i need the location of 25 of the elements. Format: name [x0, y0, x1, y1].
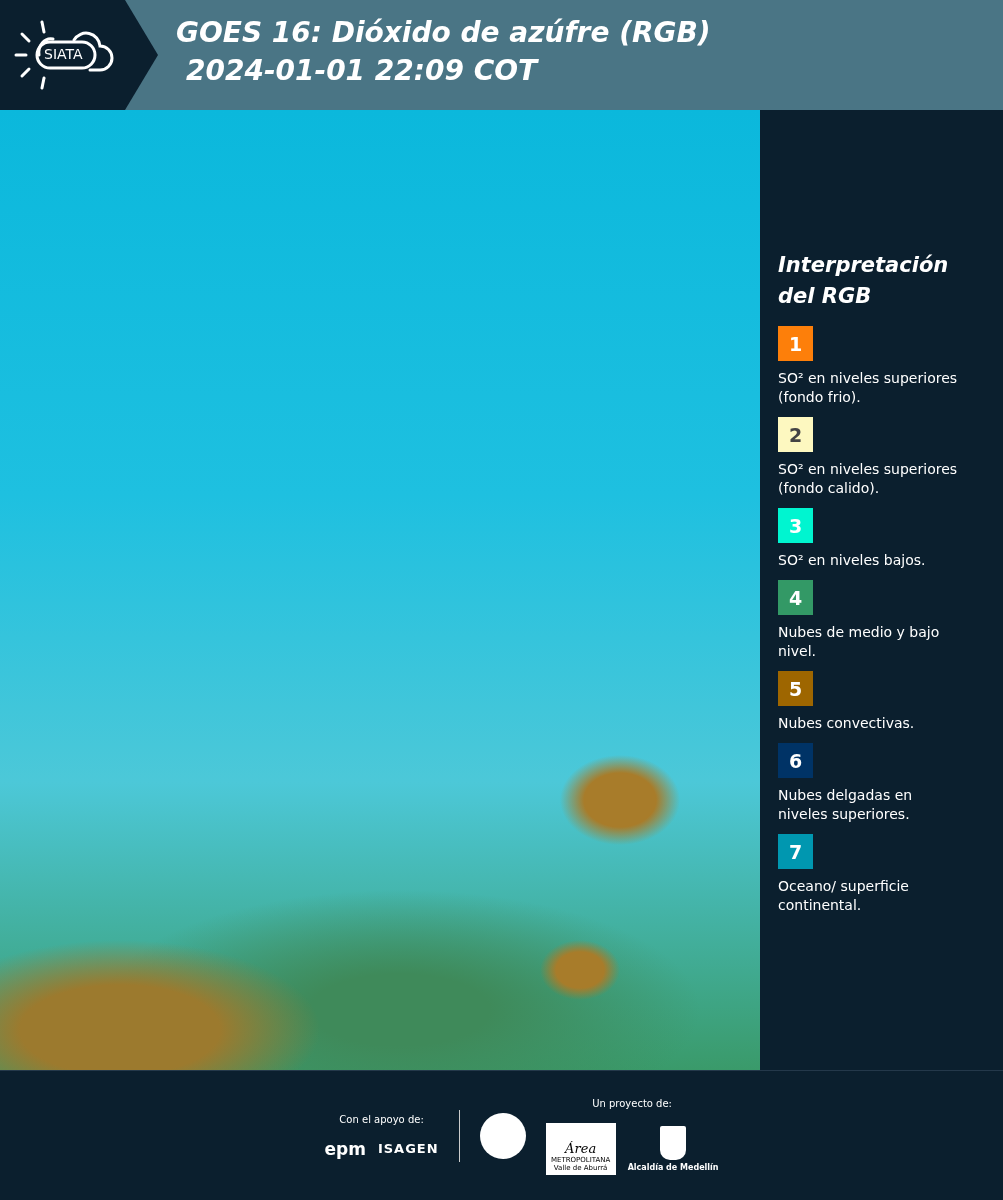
- legend-swatch: 5: [778, 671, 813, 706]
- legend-text: Nubes de medio y bajo nivel.: [778, 623, 941, 661]
- legend-text: Nubes delgadas en niveles superiores.: [778, 786, 914, 824]
- legend-swatch: 1: [778, 326, 813, 361]
- alcaldia-logo-text: Alcaldía de Medellín: [627, 1162, 719, 1172]
- timestamp: 2024-01-01 22:09 COT: [185, 53, 540, 89]
- legend-title: Interpretación del RGB: [778, 252, 950, 310]
- project-label: Un proyecto de:: [592, 1097, 672, 1109]
- shield-logo: [660, 1125, 687, 1160]
- support-label: Con el apoyo de:: [339, 1113, 424, 1125]
- legend-swatch: 2: [778, 417, 813, 452]
- legend-text: Nubes convectivas.: [778, 714, 916, 733]
- legend-swatch: 4: [778, 580, 813, 615]
- epm-logo: epm: [324, 1138, 366, 1159]
- legend-swatch: 7: [778, 834, 813, 869]
- legend-swatch: 6: [778, 743, 813, 778]
- seal-logo: [479, 1113, 526, 1159]
- page-title: GOES 16: Dióxido de azúfre (RGB): [176, 16, 711, 49]
- isagen-logo: ISAGEN: [377, 1141, 439, 1156]
- legend-text: SO² en niveles bajos.: [778, 551, 927, 570]
- legend-swatch: 3: [778, 508, 813, 543]
- legend-text: Oceano/ superficie continental.: [778, 877, 910, 915]
- legend-text: SO² en niveles superiores (fondo frio).: [778, 369, 958, 407]
- logo-text: SIATA: [44, 46, 83, 62]
- legend-text: SO² en niveles superiores (fondo calido).: [778, 460, 958, 498]
